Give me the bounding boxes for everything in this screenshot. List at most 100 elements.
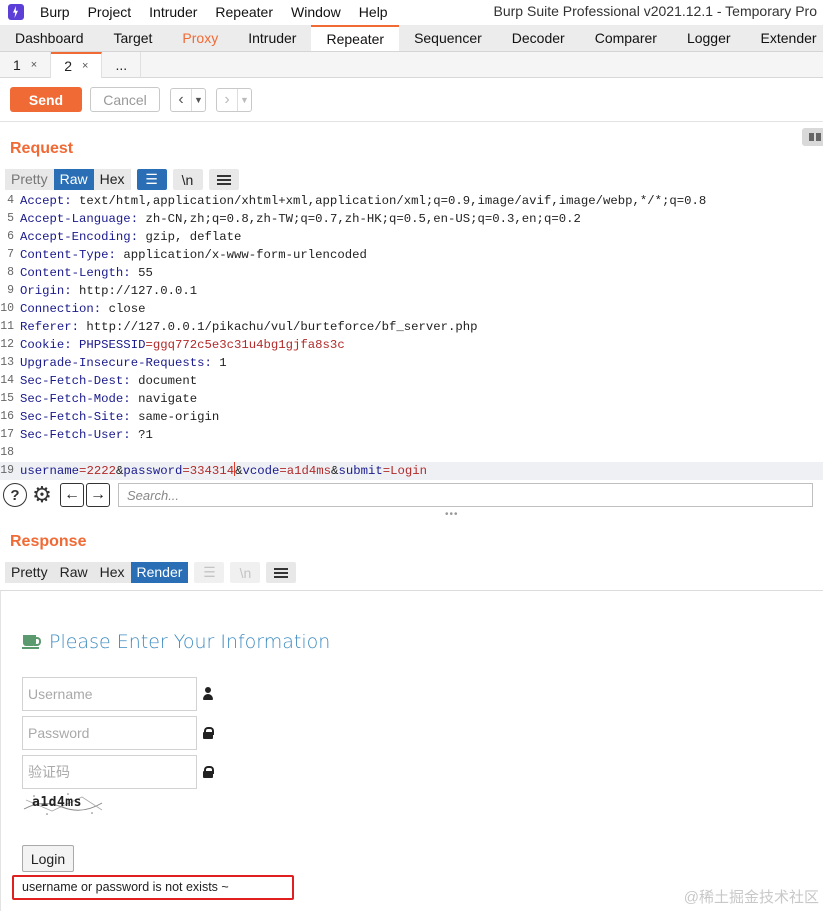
username-field[interactable] bbox=[22, 677, 197, 711]
header-value: http://127.0.0.1 bbox=[71, 284, 198, 298]
line-number: 6 bbox=[7, 230, 14, 243]
line-number: 8 bbox=[7, 266, 14, 279]
menu-help[interactable]: Help bbox=[359, 4, 388, 20]
line-number: 10 bbox=[0, 302, 14, 315]
header-name: Sec-Fetch-Mode: bbox=[20, 392, 131, 406]
repeater-toolbar: Send Cancel ‹ ▼ › ▼ bbox=[0, 78, 823, 122]
header-value: text/html,application/xhtml+xml,applicat… bbox=[71, 194, 707, 208]
gear-icon[interactable]: ⚙ bbox=[30, 482, 54, 507]
chevron-right-icon[interactable]: › bbox=[217, 89, 237, 111]
menu-project[interactable]: Project bbox=[88, 4, 132, 20]
tab-extender[interactable]: Extender bbox=[746, 25, 823, 51]
header-value: 55 bbox=[130, 266, 153, 280]
request-mode-raw[interactable]: Raw bbox=[53, 169, 94, 190]
header-name: Accept-Encoding: bbox=[20, 230, 139, 244]
request-line: 11 Referer: http://127.0.0.1/pikachu/vul/… bbox=[0, 318, 823, 336]
line-number: 14 bbox=[0, 374, 14, 387]
repeater-tabs: 1 × 2 × ... bbox=[0, 52, 823, 78]
response-mode-pretty[interactable]: Pretty bbox=[5, 562, 54, 583]
main-tabs: Dashboard Target Proxy Intruder Repeater… bbox=[0, 25, 823, 52]
response-mode-raw[interactable]: Raw bbox=[53, 562, 94, 583]
line-number: 9 bbox=[7, 284, 14, 297]
header-value: navigate bbox=[130, 392, 198, 406]
tab-dashboard[interactable]: Dashboard bbox=[0, 25, 99, 51]
response-mode-render[interactable]: Render bbox=[130, 562, 189, 583]
header-name: Connection: bbox=[20, 302, 102, 316]
layout-toggle-icon[interactable] bbox=[802, 128, 823, 146]
request-line: 16 Sec-Fetch-Site: same-origin bbox=[0, 408, 823, 426]
tab-logger[interactable]: Logger bbox=[672, 25, 746, 51]
header-value: http://127.0.0.1/pikachu/vul/burteforce/… bbox=[79, 320, 478, 334]
pane-splitter-handle[interactable]: ••• bbox=[445, 509, 459, 520]
tab-sequencer[interactable]: Sequencer bbox=[399, 25, 497, 51]
request-search-bar: ? ⚙ ← → bbox=[0, 482, 823, 508]
close-icon[interactable]: × bbox=[82, 60, 88, 72]
send-button[interactable]: Send bbox=[10, 87, 82, 112]
repeater-tab-1[interactable]: 1 × bbox=[0, 52, 52, 78]
line-number: 7 bbox=[7, 248, 14, 261]
show-newlines-button[interactable]: \n bbox=[172, 169, 203, 190]
chevron-left-icon[interactable]: ‹ bbox=[171, 89, 191, 111]
header-name: Sec-Fetch-User: bbox=[20, 428, 131, 442]
param-separator: & bbox=[115, 464, 124, 478]
user-icon bbox=[202, 687, 214, 701]
show-newlines-button: \n bbox=[230, 562, 261, 583]
menu-burp[interactable]: Burp bbox=[40, 4, 70, 20]
watermark: @稀土掘金技术社区 bbox=[683, 889, 819, 906]
error-message: username or password is not exists ~ bbox=[12, 875, 294, 900]
line-number: 11 bbox=[0, 320, 14, 333]
menu-icon[interactable] bbox=[266, 562, 297, 583]
request-line: 7 Content-Type: application/x-www-form-ur… bbox=[0, 246, 823, 264]
cookie-name: PHPSESSID bbox=[71, 338, 146, 352]
request-editor[interactable]: 4 Accept: text/html,application/xhtml+xml… bbox=[0, 192, 823, 480]
response-mode-hex[interactable]: Hex bbox=[93, 562, 131, 583]
param-equals: = bbox=[279, 464, 287, 478]
vcode-field[interactable] bbox=[22, 755, 197, 789]
header-value: zh-CN,zh;q=0.8,zh-TW;q=0.7,zh-HK;q=0.5,e… bbox=[138, 212, 581, 226]
tab-comparer[interactable]: Comparer bbox=[580, 25, 672, 51]
param-value: Login bbox=[390, 464, 428, 478]
tab-target[interactable]: Target bbox=[99, 25, 168, 51]
repeater-tab-new[interactable]: ... bbox=[102, 52, 142, 78]
request-mode-hex[interactable]: Hex bbox=[93, 169, 131, 190]
line-number: 13 bbox=[0, 356, 14, 369]
password-field[interactable] bbox=[22, 716, 197, 750]
header-value: application/x-www-form-urlencoded bbox=[115, 248, 367, 262]
tab-repeater[interactable]: Repeater bbox=[311, 25, 400, 51]
header-value: ?1 bbox=[130, 428, 153, 442]
burp-logo-icon bbox=[8, 4, 24, 20]
triangle-down-icon[interactable]: ▼ bbox=[237, 88, 251, 111]
menu-icon[interactable] bbox=[208, 169, 239, 190]
search-input[interactable] bbox=[118, 483, 813, 507]
new-tab-label: ... bbox=[115, 57, 128, 73]
request-mode-pretty[interactable]: Pretty bbox=[5, 169, 54, 190]
help-icon[interactable]: ? bbox=[3, 483, 27, 507]
request-line: 8 Content-Length: 55 bbox=[0, 264, 823, 282]
request-body-line: 19 username = 2222 & password = 334314 & vcode = a1… bbox=[0, 462, 823, 480]
request-line: 9 Origin: http://127.0.0.1 bbox=[0, 282, 823, 300]
wrap-lines-icon[interactable]: ☰ bbox=[136, 169, 167, 190]
request-line: 10 Connection: close bbox=[0, 300, 823, 318]
menu-intruder[interactable]: Intruder bbox=[149, 4, 197, 20]
tab-decoder[interactable]: Decoder bbox=[497, 25, 580, 51]
param-equals: = bbox=[382, 464, 391, 478]
username-row bbox=[22, 677, 214, 711]
arrow-right-icon[interactable]: → bbox=[86, 483, 110, 507]
param-value: a1d4ms bbox=[286, 464, 332, 478]
history-forward-group: › ▼ bbox=[216, 87, 252, 112]
tab-intruder[interactable]: Intruder bbox=[233, 25, 311, 51]
triangle-down-icon[interactable]: ▼ bbox=[191, 88, 205, 111]
tab-proxy[interactable]: Proxy bbox=[167, 25, 233, 51]
repeater-tab-2[interactable]: 2 × bbox=[51, 52, 103, 78]
line-number: 4 bbox=[7, 194, 14, 207]
login-button[interactable]: Login bbox=[22, 845, 74, 872]
menu-window[interactable]: Window bbox=[291, 4, 341, 20]
close-icon[interactable]: × bbox=[31, 59, 37, 71]
menu-repeater[interactable]: Repeater bbox=[215, 4, 273, 20]
cookie-value: =ggq772c5e3c31u4bg1gjfa8s3c bbox=[145, 338, 345, 352]
request-line: 18 bbox=[0, 444, 823, 462]
response-mode-bar: Pretty Raw Hex Render ☰ \n bbox=[5, 562, 297, 583]
arrow-left-icon[interactable]: ← bbox=[60, 483, 84, 507]
header-name: Accept: bbox=[20, 194, 72, 208]
cancel-button[interactable]: Cancel bbox=[90, 87, 160, 112]
